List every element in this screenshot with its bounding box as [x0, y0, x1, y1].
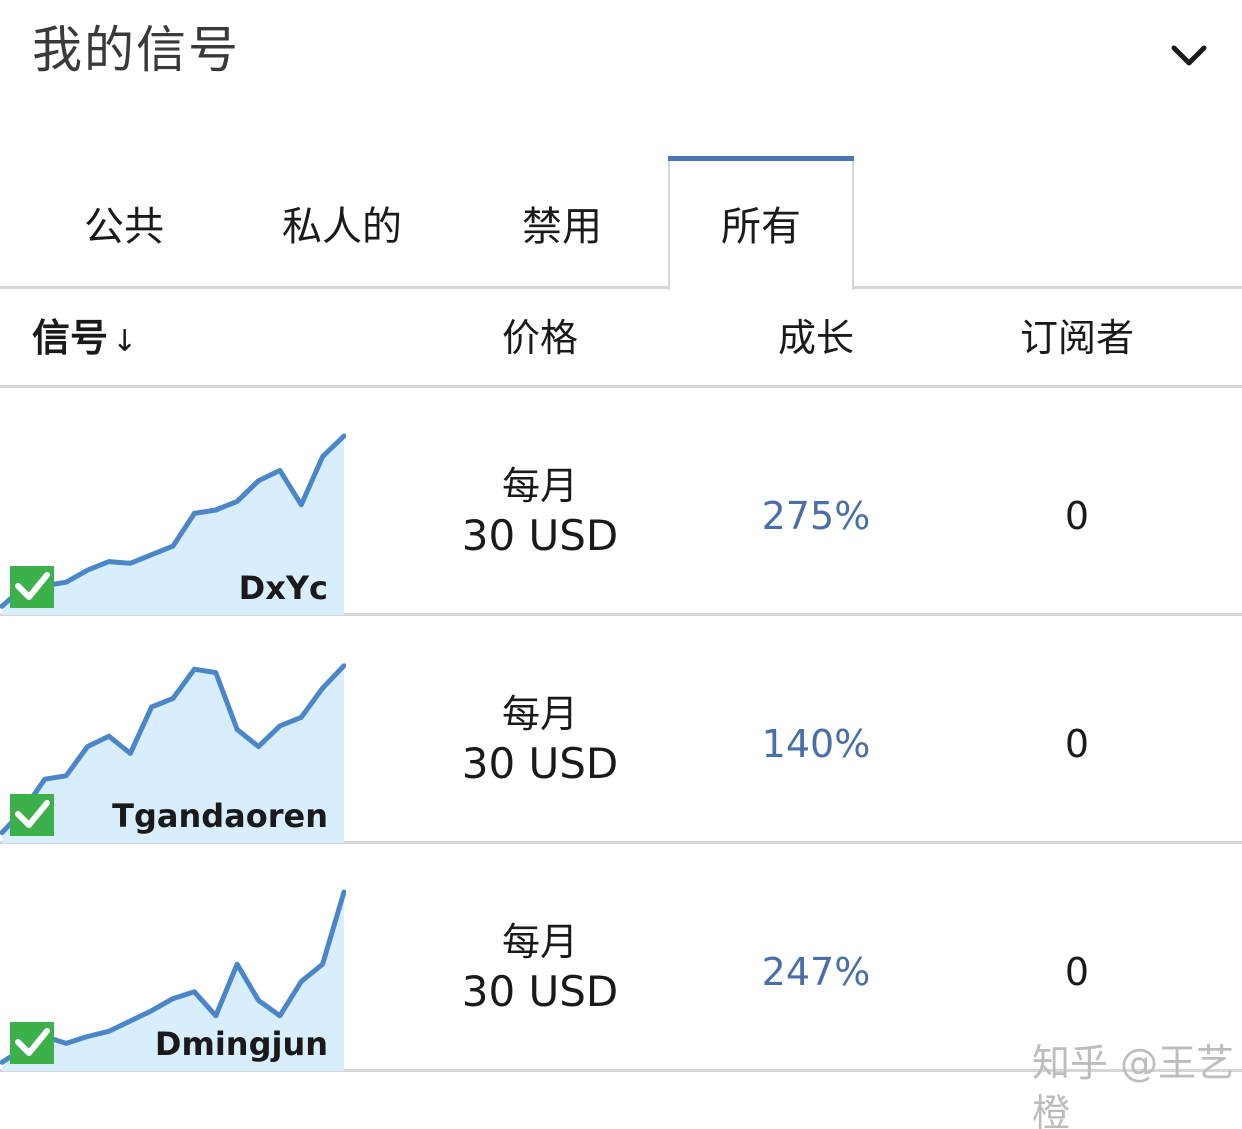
page-header: 我的信号 — [0, 0, 1242, 110]
subscribers-count: 0 — [1064, 950, 1090, 994]
watermark: 知乎 @王艺橙 — [1032, 1041, 1235, 1129]
growth-value: 140% — [761, 722, 871, 766]
tab-public[interactable]: 公共 — [40, 156, 208, 288]
column-header-signal[interactable]: 信号 ↓ — [32, 290, 137, 386]
page-title: 我的信号 — [32, 21, 240, 79]
tabs-divider — [0, 286, 1242, 289]
signal-sparkline[interactable]: Dmingjun — [0, 884, 346, 1071]
check-badge-icon — [10, 566, 54, 608]
table-header: 信号 ↓ 价格 成长 订阅者 — [0, 290, 1242, 388]
column-header-subscribers[interactable]: 订阅者 — [1000, 290, 1154, 386]
subscribers-count: 0 — [1064, 494, 1090, 538]
check-badge-icon — [10, 794, 54, 836]
price-amount: 30 USD — [461, 511, 619, 560]
tab-all[interactable]: 所有 — [668, 156, 854, 290]
price-cell: 每月 30 USD — [420, 918, 660, 1018]
filter-tabs: 公共 私人的 禁用 所有 — [0, 156, 1242, 290]
signal-name: DxYc — [239, 569, 328, 607]
tab-disabled[interactable]: 禁用 — [476, 156, 648, 288]
column-header-price[interactable]: 价格 — [420, 290, 660, 386]
check-badge-icon — [10, 1022, 54, 1064]
signal-sparkline[interactable]: DxYc — [0, 428, 346, 615]
signal-name: Dmingjun — [155, 1025, 328, 1063]
column-header-signal-label: 信号 — [32, 316, 109, 360]
price-amount: 30 USD — [461, 967, 619, 1016]
growth-value: 275% — [761, 494, 871, 538]
price-period: 每月 — [501, 920, 578, 964]
subscribers-count: 0 — [1064, 722, 1090, 766]
growth-value: 247% — [761, 950, 871, 994]
price-cell: 每月 30 USD — [420, 462, 660, 562]
table-row[interactable]: DxYc 每月 30 USD 275% 0 — [0, 388, 1242, 616]
chevron-down-icon — [1171, 45, 1207, 66]
price-cell: 每月 30 USD — [420, 690, 660, 790]
column-header-growth[interactable]: 成长 — [716, 290, 916, 386]
signal-name: Tgandaoren — [112, 797, 328, 835]
price-amount: 30 USD — [461, 739, 619, 788]
collapse-button[interactable] — [1164, 36, 1214, 80]
price-period: 每月 — [501, 692, 578, 736]
sort-down-icon: ↓ — [112, 324, 138, 359]
signal-sparkline[interactable]: Tgandaoren — [0, 656, 346, 843]
price-period: 每月 — [501, 464, 578, 508]
table-row[interactable]: Tgandaoren 每月 30 USD 140% 0 — [0, 616, 1242, 844]
tab-private[interactable]: 私人的 — [250, 156, 434, 288]
